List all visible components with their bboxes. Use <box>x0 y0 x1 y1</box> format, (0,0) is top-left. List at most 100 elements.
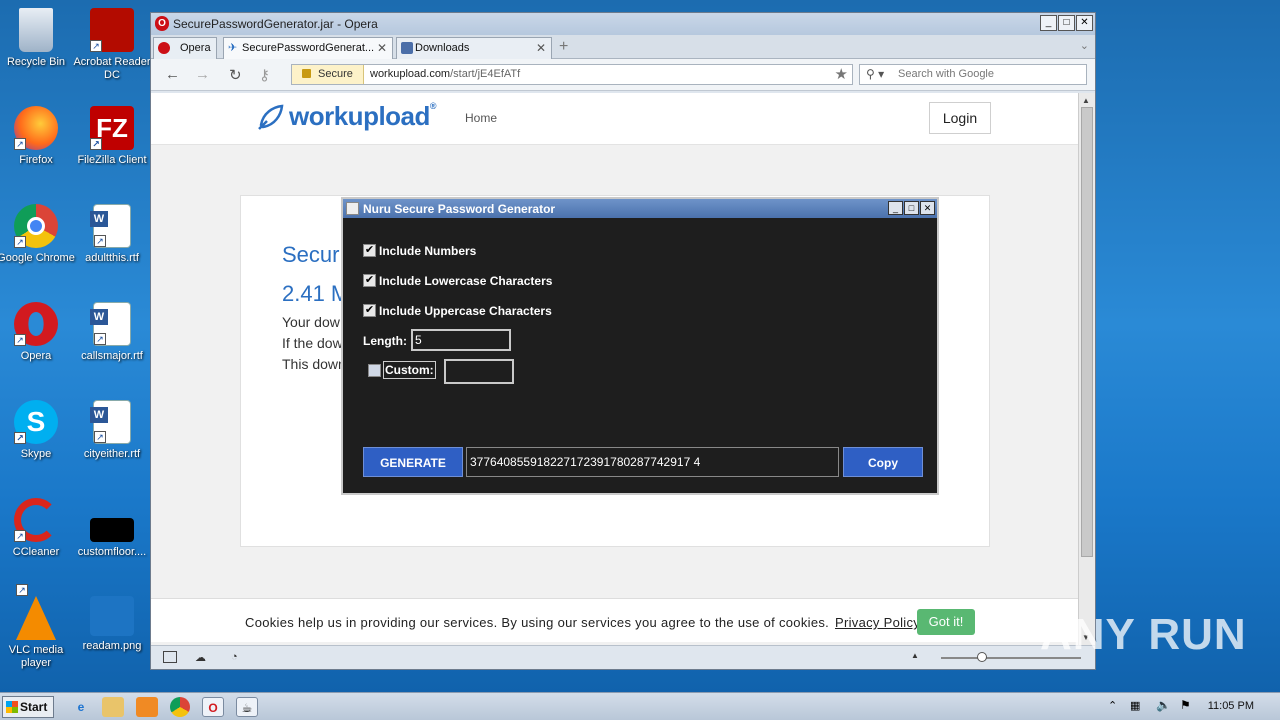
word-document-icon: W ↗ <box>90 204 131 248</box>
file-title: Secur <box>282 242 340 267</box>
length-input[interactable]: 5 <box>411 329 511 351</box>
opera-menu-button[interactable]: Opera <box>153 37 217 59</box>
workupload-favicon-icon: ✈ <box>228 42 238 54</box>
lock-icon <box>302 69 311 78</box>
tab-label: SecurePasswordGenerat... <box>242 42 375 54</box>
opera-taskbar-icon[interactable]: O <box>202 697 224 717</box>
include-lowercase-checkbox[interactable]: ✔ <box>363 274 376 287</box>
close-button[interactable]: ✕ <box>1076 15 1093 31</box>
explorer-taskbar-icon[interactable] <box>102 697 124 717</box>
privacy-policy-link[interactable]: Privacy Policy <box>835 615 920 630</box>
login-button[interactable]: Login <box>929 102 991 134</box>
cookie-text: Cookies help us in providing our service… <box>245 615 920 630</box>
windows-logo-icon <box>6 701 18 713</box>
desktop-icon-label: CCleaner <box>12 546 60 558</box>
opera-logo-icon: O <box>155 16 169 31</box>
recycle-bin-icon <box>19 8 53 52</box>
taskbar-clock[interactable]: 11:05 PM <box>1208 700 1254 712</box>
cookie-accept-button[interactable]: Got it! <box>917 609 975 635</box>
search-field[interactable]: ⚲ ▾ Search with Google <box>859 64 1087 85</box>
zoom-slider-knob[interactable] <box>977 652 987 662</box>
include-uppercase-checkbox[interactable]: ✔ <box>363 304 376 317</box>
custom-checkbox[interactable] <box>368 364 381 377</box>
ie-taskbar-icon[interactable]: e <box>70 697 92 717</box>
desktop-icon-vlc[interactable]: ↗ VLC media player <box>0 584 75 670</box>
back-button[interactable]: ← <box>165 66 180 83</box>
panel-toggle-icon[interactable] <box>163 651 177 663</box>
close-tab-icon[interactable]: ✕ <box>536 38 546 58</box>
new-tab-button[interactable]: + <box>559 38 568 56</box>
firefox-icon: ↗ <box>14 106 58 150</box>
dialog-close-button[interactable]: ✕ <box>920 201 935 215</box>
volume-icon[interactable]: 🔈 <box>1156 698 1171 712</box>
include-uppercase-label: Include Uppercase Characters <box>379 304 552 318</box>
workupload-logo[interactable]: workupload® <box>289 101 437 132</box>
nav-home-link[interactable]: Home <box>465 111 497 125</box>
action-center-flag-icon[interactable]: ⚑ <box>1180 698 1191 712</box>
start-button[interactable]: Start <box>2 696 54 718</box>
tab-list-chevron-icon[interactable]: ⌄ <box>1080 39 1089 52</box>
url-field[interactable]: Secure workupload.com/start/jE4EfATf ★ <box>291 64 853 85</box>
network-icon[interactable]: ▦ <box>1130 699 1140 712</box>
scroll-up-icon[interactable]: ▲ <box>1082 96 1090 105</box>
desktop-icon-acrobat[interactable]: ↗ Acrobat Reader DC <box>73 8 151 82</box>
tab-securepasswordgenerator[interactable]: ✈ SecurePasswordGenerat... ✕ <box>223 37 393 59</box>
download-text-line: Your dow <box>282 314 340 330</box>
cloud-icon[interactable]: ☁ <box>195 651 209 664</box>
window-titlebar[interactable]: O SecurePasswordGenerator.jar - Opera _ … <box>151 13 1095 35</box>
search-placeholder: Search with Google <box>898 68 994 80</box>
file-size: 2.41 M <box>282 281 350 306</box>
secure-badge[interactable]: Secure <box>292 65 364 84</box>
browser-statusbar: ☁ ◔ ▲ <box>151 645 1095 669</box>
java-taskbar-icon[interactable]: ☕ <box>236 697 258 717</box>
desktop-icon-firefox[interactable]: ↗ Firefox <box>0 106 75 167</box>
desktop-icon-label: Firefox <box>19 154 53 166</box>
dialog-titlebar[interactable]: Nuru Secure Password Generator _ □ ✕ <box>343 199 937 218</box>
desktop-icon-label: Acrobat Reader DC <box>73 56 151 81</box>
workupload-logo-icon <box>258 104 284 130</box>
tab-downloads[interactable]: Downloads ✕ <box>396 37 552 59</box>
desktop-icon-opera[interactable]: ↗ Opera <box>0 302 75 363</box>
custom-label: Custom: <box>383 361 436 379</box>
custom-input[interactable] <box>444 359 514 384</box>
desktop-icon-ccleaner[interactable]: ↗ CCleaner <box>0 498 75 559</box>
desktop-icon-chrome[interactable]: ↗ Google Chrome <box>0 204 75 265</box>
image-file-icon <box>90 596 134 636</box>
media-player-taskbar-icon[interactable] <box>136 697 158 717</box>
cookie-message: Cookies help us in providing our service… <box>245 615 830 630</box>
key-icon[interactable]: ⚷ <box>259 66 270 84</box>
maximize-button[interactable]: □ <box>1058 15 1075 31</box>
desktop-icon-customfloor[interactable]: customfloor.... <box>73 498 151 559</box>
desktop-icon-adultthis[interactable]: W ↗ adultthis.rtf <box>73 204 151 265</box>
reload-button[interactable]: ↻ <box>229 66 242 84</box>
ccleaner-icon: ↗ <box>14 498 58 542</box>
copy-button[interactable]: Copy <box>843 447 923 477</box>
desktop-icon-recycle-bin[interactable]: Recycle Bin <box>0 8 75 69</box>
chrome-taskbar-icon[interactable] <box>170 697 190 717</box>
generate-button[interactable]: GENERATE <box>363 447 463 477</box>
speed-dial-icon[interactable]: ◔ <box>231 651 245 663</box>
tab-bar: Opera ✈ SecurePasswordGenerat... ✕ Downl… <box>151 35 1095 59</box>
scrollbar-thumb[interactable] <box>1081 107 1093 557</box>
word-document-icon: W ↗ <box>90 400 131 444</box>
desktop-icon-cityeither[interactable]: W ↗ cityeither.rtf <box>73 400 151 461</box>
close-tab-icon[interactable]: ✕ <box>377 38 387 58</box>
minimize-button[interactable]: _ <box>1040 15 1057 31</box>
desktop-icon-label: Skype <box>20 448 52 460</box>
password-output-field[interactable]: 377640855918227172391780287742917 4 <box>466 447 839 477</box>
java-app-icon <box>346 202 359 215</box>
secure-label: Secure <box>318 68 353 80</box>
include-numbers-checkbox[interactable]: ✔ <box>363 244 376 257</box>
forward-button[interactable]: → <box>195 66 210 83</box>
desktop-icon-readam[interactable]: readam.png <box>73 596 151 653</box>
tray-expand-icon[interactable]: ⌃ <box>1108 699 1117 712</box>
dialog-body: ✔ Include Numbers ✔ Include Lowercase Ch… <box>343 218 937 493</box>
dialog-maximize-button[interactable]: □ <box>904 201 919 215</box>
desktop-icon-skype[interactable]: S ↗ Skype <box>0 400 75 461</box>
desktop-icon-filezilla[interactable]: FZ ↗ FileZilla Client <box>73 106 151 167</box>
bookmark-star-icon[interactable]: ★ <box>835 65 848 83</box>
page-scrollbar[interactable]: ▲ ▼ <box>1078 93 1095 645</box>
dialog-minimize-button[interactable]: _ <box>888 201 903 215</box>
desktop-icon-label: callsmajor.rtf <box>81 350 143 362</box>
desktop-icon-callsmajor[interactable]: W ↗ callsmajor.rtf <box>73 302 151 363</box>
